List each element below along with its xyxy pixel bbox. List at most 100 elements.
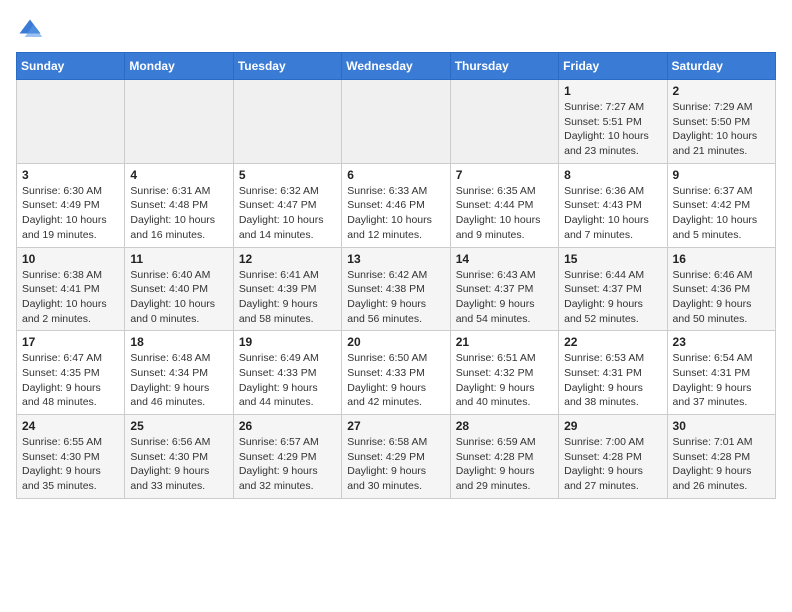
week-row-2: 3Sunrise: 6:30 AM Sunset: 4:49 PM Daylig… — [17, 163, 776, 247]
calendar-header: SundayMondayTuesdayWednesdayThursdayFrid… — [17, 53, 776, 80]
day-number: 14 — [456, 252, 553, 266]
day-info: Sunrise: 6:53 AM Sunset: 4:31 PM Dayligh… — [564, 351, 661, 410]
day-number: 30 — [673, 419, 770, 433]
day-number: 19 — [239, 335, 336, 349]
calendar-cell: 6 Sunrise: 6:33 AM Sunset: 4:46 PM Daylig… — [342, 163, 450, 247]
calendar-cell: 4Sunrise: 6:31 AM Sunset: 4:48 PM Daylig… — [125, 163, 233, 247]
calendar-cell: 20 Sunrise: 6:50 AM Sunset: 4:33 PM Dayli… — [342, 331, 450, 415]
day-number: 15 — [564, 252, 661, 266]
logo-icon — [16, 16, 44, 44]
day-number: 4 — [130, 168, 227, 182]
calendar-cell: 19 Sunrise: 6:49 AM Sunset: 4:33 PM Dayli… — [233, 331, 341, 415]
day-info: Sunrise: 6:30 AM Sunset: 4:49 PM Dayligh… — [22, 184, 119, 243]
day-number: 2 — [673, 84, 770, 98]
day-number: 27 — [347, 419, 444, 433]
day-number: 29 — [564, 419, 661, 433]
calendar-cell: 14 Sunrise: 6:43 AM Sunset: 4:37 PM Dayli… — [450, 247, 558, 331]
calendar-cell: 22Sunrise: 6:53 AM Sunset: 4:31 PM Dayli… — [559, 331, 667, 415]
day-info: Sunrise: 6:46 AM Sunset: 4:36 PM Dayligh… — [673, 268, 770, 327]
day-number: 17 — [22, 335, 119, 349]
calendar-cell: 8 Sunrise: 6:36 AM Sunset: 4:43 PM Daylig… — [559, 163, 667, 247]
day-number: 10 — [22, 252, 119, 266]
calendar-cell: 29Sunrise: 7:00 AM Sunset: 4:28 PM Dayli… — [559, 415, 667, 499]
day-number: 23 — [673, 335, 770, 349]
day-info: Sunrise: 6:51 AM Sunset: 4:32 PM Dayligh… — [456, 351, 553, 410]
day-number: 9 — [673, 168, 770, 182]
day-number: 24 — [22, 419, 119, 433]
header-row: SundayMondayTuesdayWednesdayThursdayFrid… — [17, 53, 776, 80]
day-info: Sunrise: 6:47 AM Sunset: 4:35 PM Dayligh… — [22, 351, 119, 410]
day-number: 21 — [456, 335, 553, 349]
calendar-cell: 13Sunrise: 6:42 AM Sunset: 4:38 PM Dayli… — [342, 247, 450, 331]
calendar-cell — [342, 80, 450, 164]
day-info: Sunrise: 6:43 AM Sunset: 4:37 PM Dayligh… — [456, 268, 553, 327]
day-header-wednesday: Wednesday — [342, 53, 450, 80]
calendar-body: 1 Sunrise: 7:27 AM Sunset: 5:51 PM Daylig… — [17, 80, 776, 499]
calendar-cell: 9 Sunrise: 6:37 AM Sunset: 4:42 PM Daylig… — [667, 163, 775, 247]
day-number: 26 — [239, 419, 336, 433]
day-info: Sunrise: 6:49 AM Sunset: 4:33 PM Dayligh… — [239, 351, 336, 410]
day-info: Sunrise: 6:48 AM Sunset: 4:34 PM Dayligh… — [130, 351, 227, 410]
calendar-cell: 30Sunrise: 7:01 AM Sunset: 4:28 PM Dayli… — [667, 415, 775, 499]
day-info: Sunrise: 6:58 AM Sunset: 4:29 PM Dayligh… — [347, 435, 444, 494]
day-info: Sunrise: 6:38 AM Sunset: 4:41 PM Dayligh… — [22, 268, 119, 327]
logo — [16, 16, 48, 44]
day-number: 6 — [347, 168, 444, 182]
calendar-cell: 28 Sunrise: 6:59 AM Sunset: 4:28 PM Dayli… — [450, 415, 558, 499]
day-info: Sunrise: 6:40 AM Sunset: 4:40 PM Dayligh… — [130, 268, 227, 327]
day-number: 8 — [564, 168, 661, 182]
calendar-cell: 11 Sunrise: 6:40 AM Sunset: 4:40 PM Dayli… — [125, 247, 233, 331]
calendar-cell: 24 Sunrise: 6:55 AM Sunset: 4:30 PM Dayli… — [17, 415, 125, 499]
day-number: 25 — [130, 419, 227, 433]
day-number: 7 — [456, 168, 553, 182]
week-row-4: 17 Sunrise: 6:47 AM Sunset: 4:35 PM Dayli… — [17, 331, 776, 415]
day-info: Sunrise: 6:37 AM Sunset: 4:42 PM Dayligh… — [673, 184, 770, 243]
calendar-cell: 26 Sunrise: 6:57 AM Sunset: 4:29 PM Dayli… — [233, 415, 341, 499]
calendar-cell: 21 Sunrise: 6:51 AM Sunset: 4:32 PM Dayli… — [450, 331, 558, 415]
day-info: Sunrise: 7:27 AM Sunset: 5:51 PM Dayligh… — [564, 100, 661, 159]
week-row-3: 10 Sunrise: 6:38 AM Sunset: 4:41 PM Dayli… — [17, 247, 776, 331]
day-info: Sunrise: 6:57 AM Sunset: 4:29 PM Dayligh… — [239, 435, 336, 494]
calendar-cell: 7 Sunrise: 6:35 AM Sunset: 4:44 PM Daylig… — [450, 163, 558, 247]
calendar-cell: 16 Sunrise: 6:46 AM Sunset: 4:36 PM Dayli… — [667, 247, 775, 331]
day-info: Sunrise: 6:50 AM Sunset: 4:33 PM Dayligh… — [347, 351, 444, 410]
calendar-table: SundayMondayTuesdayWednesdayThursdayFrid… — [16, 52, 776, 499]
calendar-cell: 15Sunrise: 6:44 AM Sunset: 4:37 PM Dayli… — [559, 247, 667, 331]
day-number: 1 — [564, 84, 661, 98]
day-header-saturday: Saturday — [667, 53, 775, 80]
day-info: Sunrise: 6:35 AM Sunset: 4:44 PM Dayligh… — [456, 184, 553, 243]
calendar-cell — [125, 80, 233, 164]
day-header-thursday: Thursday — [450, 53, 558, 80]
day-header-sunday: Sunday — [17, 53, 125, 80]
day-number: 5 — [239, 168, 336, 182]
calendar-cell: 1 Sunrise: 7:27 AM Sunset: 5:51 PM Daylig… — [559, 80, 667, 164]
calendar-cell: 2Sunrise: 7:29 AM Sunset: 5:50 PM Daylig… — [667, 80, 775, 164]
day-header-friday: Friday — [559, 53, 667, 80]
calendar-cell: 25Sunrise: 6:56 AM Sunset: 4:30 PM Dayli… — [125, 415, 233, 499]
calendar-cell: 3Sunrise: 6:30 AM Sunset: 4:49 PM Daylig… — [17, 163, 125, 247]
calendar-cell — [450, 80, 558, 164]
day-number: 18 — [130, 335, 227, 349]
day-info: Sunrise: 6:59 AM Sunset: 4:28 PM Dayligh… — [456, 435, 553, 494]
day-number: 20 — [347, 335, 444, 349]
calendar-cell: 17 Sunrise: 6:47 AM Sunset: 4:35 PM Dayli… — [17, 331, 125, 415]
day-info: Sunrise: 6:41 AM Sunset: 4:39 PM Dayligh… — [239, 268, 336, 327]
calendar-cell — [17, 80, 125, 164]
day-header-tuesday: Tuesday — [233, 53, 341, 80]
day-info: Sunrise: 6:54 AM Sunset: 4:31 PM Dayligh… — [673, 351, 770, 410]
day-info: Sunrise: 6:32 AM Sunset: 4:47 PM Dayligh… — [239, 184, 336, 243]
calendar-cell — [233, 80, 341, 164]
calendar-cell: 18 Sunrise: 6:48 AM Sunset: 4:34 PM Dayli… — [125, 331, 233, 415]
day-info: Sunrise: 6:36 AM Sunset: 4:43 PM Dayligh… — [564, 184, 661, 243]
day-number: 11 — [130, 252, 227, 266]
day-info: Sunrise: 6:55 AM Sunset: 4:30 PM Dayligh… — [22, 435, 119, 494]
page-header — [16, 16, 776, 44]
week-row-1: 1 Sunrise: 7:27 AM Sunset: 5:51 PM Daylig… — [17, 80, 776, 164]
calendar-cell: 5 Sunrise: 6:32 AM Sunset: 4:47 PM Daylig… — [233, 163, 341, 247]
day-info: Sunrise: 6:33 AM Sunset: 4:46 PM Dayligh… — [347, 184, 444, 243]
day-number: 13 — [347, 252, 444, 266]
week-row-5: 24 Sunrise: 6:55 AM Sunset: 4:30 PM Dayli… — [17, 415, 776, 499]
calendar-cell: 27 Sunrise: 6:58 AM Sunset: 4:29 PM Dayli… — [342, 415, 450, 499]
day-number: 28 — [456, 419, 553, 433]
day-number: 16 — [673, 252, 770, 266]
